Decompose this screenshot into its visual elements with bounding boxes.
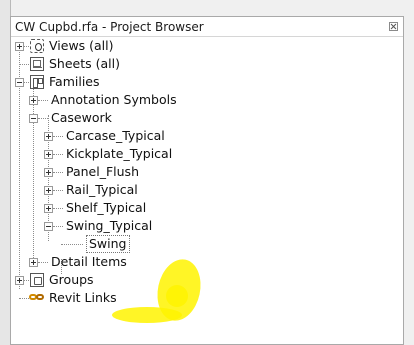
tree-item-label: Panel_Flush: [66, 164, 139, 179]
expand-kickplate-typical-icon[interactable]: [44, 150, 53, 159]
tree-item-label: Kickplate_Typical: [66, 146, 173, 161]
tree-connector: [24, 280, 29, 281]
expand-panel-flush-icon[interactable]: [44, 168, 53, 177]
expand-shelf-typical-icon[interactable]: [44, 204, 53, 213]
tree-item-label: Revit Links: [49, 290, 117, 305]
tree-item-label: Detail Items: [51, 254, 127, 269]
tree-item-casework[interactable]: Casework: [11, 109, 211, 127]
collapse-casework-icon[interactable]: [29, 114, 38, 123]
expand-carcase-typical-icon[interactable]: [44, 132, 53, 141]
tree-item-label: Rail_Typical: [66, 182, 138, 197]
tree-item-groups[interactable]: Groups: [11, 271, 211, 289]
tree-item-revit-links[interactable]: Revit Links: [11, 289, 211, 307]
tree-connector: [53, 208, 63, 209]
tree-item-label: Families: [49, 74, 100, 89]
tree-item-label: Sheets (all): [49, 56, 120, 71]
tree-item-rail-typical[interactable]: Rail_Typical: [11, 181, 231, 199]
tree-item-carcase-typical[interactable]: Carcase_Typical: [11, 127, 231, 145]
tree-item-swing-typical[interactable]: Swing_Typical: [11, 217, 231, 235]
tree-item-kickplate-typical[interactable]: Kickplate_Typical: [11, 145, 231, 163]
panel-title: CW Cupbd.rfa - Project Browser: [15, 20, 204, 34]
tree-item-label: Swing_Typical: [66, 218, 153, 233]
tree-connector: [38, 118, 48, 119]
tree-item-detail-items[interactable]: Detail Items: [11, 253, 211, 271]
collapse-swing-typical-icon[interactable]: [44, 222, 53, 231]
panel-titlebar: CW Cupbd.rfa - Project Browser: [11, 17, 403, 37]
project-browser-tree: Views (all) Sheets (all) Families Annota…: [11, 37, 403, 337]
expand-annotation-symbols-icon[interactable]: [29, 96, 38, 105]
sheets-icon: [30, 57, 44, 71]
tree-item-label-selected: Swing: [86, 235, 130, 253]
tree-connector: [38, 100, 48, 101]
tree-item-label: Views (all): [49, 38, 114, 53]
tree-item-label: Shelf_Typical: [66, 200, 147, 215]
tree-connector: [61, 244, 83, 245]
expand-views-icon[interactable]: [15, 42, 24, 51]
tree-item-panel-flush[interactable]: Panel_Flush: [11, 163, 231, 181]
tree-item-annotation-symbols[interactable]: Annotation Symbols: [11, 91, 231, 109]
tree-item-label: Casework: [51, 110, 112, 125]
tree-item-label: Groups: [49, 272, 94, 287]
application-frame: CW Cupbd.rfa - Project Browser Views (al…: [0, 0, 414, 345]
close-icon[interactable]: [389, 22, 398, 31]
tree-connector: [53, 172, 63, 173]
expand-rail-typical-icon[interactable]: [44, 186, 53, 195]
tree-connector: [19, 64, 29, 65]
groups-icon: [30, 273, 44, 287]
tree-connector: [53, 136, 63, 137]
expand-groups-icon[interactable]: [15, 276, 24, 285]
yellow-highlight-mark-bottom: [112, 307, 182, 323]
tree-item-shelf-typical[interactable]: Shelf_Typical: [11, 199, 231, 217]
tree-connector: [53, 190, 63, 191]
project-browser-panel: CW Cupbd.rfa - Project Browser Views (al…: [10, 16, 404, 345]
tree-connector: [38, 262, 48, 263]
tree-connector: [53, 226, 63, 227]
tree-item-swing[interactable]: Swing: [11, 235, 231, 253]
tree-item-views[interactable]: Views (all): [11, 37, 211, 55]
tree-item-families[interactable]: Families: [11, 73, 211, 91]
views-icon: [30, 39, 44, 53]
tree-item-label: Carcase_Typical: [66, 128, 165, 143]
tree-item-label: Annotation Symbols: [51, 92, 177, 107]
collapse-families-icon[interactable]: [15, 78, 24, 87]
expand-detail-items-icon[interactable]: [29, 258, 38, 267]
tree-connector: [19, 298, 29, 299]
revit-links-icon: [29, 293, 47, 303]
tree-connector: [24, 82, 29, 83]
tree-connector: [24, 46, 29, 47]
tree-connector: [53, 154, 63, 155]
families-icon: [30, 75, 44, 89]
tree-item-sheets[interactable]: Sheets (all): [11, 55, 211, 73]
